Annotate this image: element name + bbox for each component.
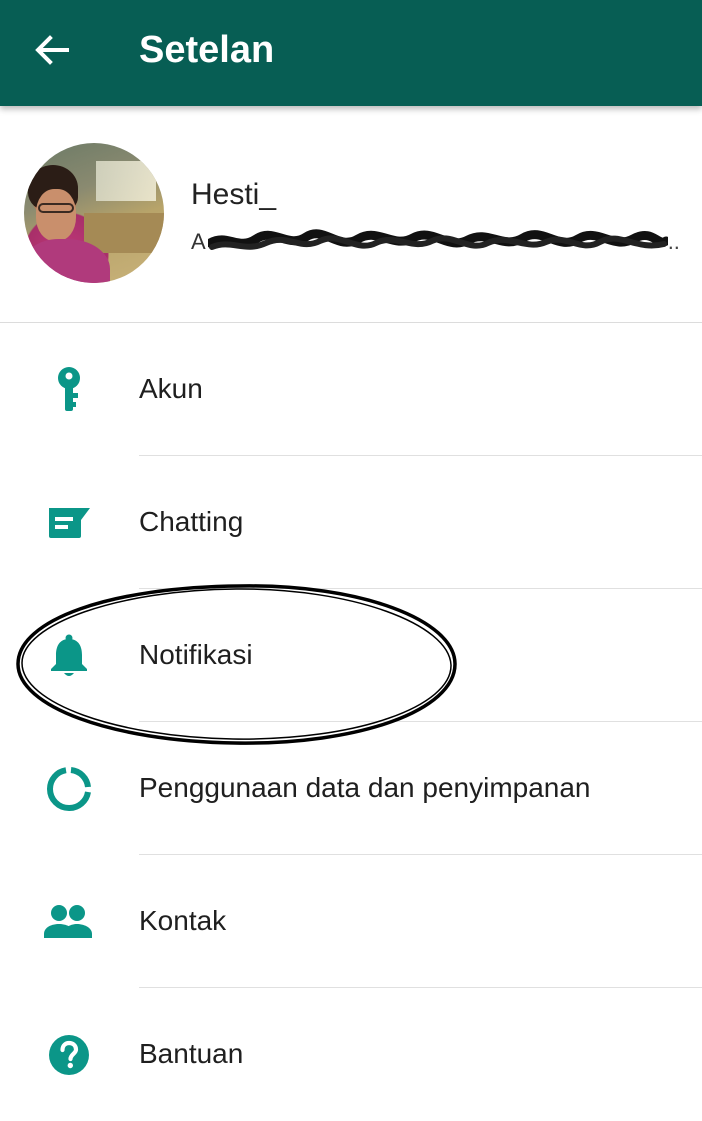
menu-item-bantuan[interactable]: Bantuan xyxy=(0,988,702,1121)
profile-status: A .. xyxy=(191,226,683,257)
key-icon xyxy=(58,367,80,411)
menu-item-notifikasi[interactable]: Notifikasi xyxy=(0,589,702,722)
help-icon xyxy=(49,1035,89,1075)
bell-icon xyxy=(51,634,87,676)
contacts-icon xyxy=(44,905,92,938)
profile-name: Hesti_ xyxy=(191,178,277,211)
profile-status-ellipsis: .. xyxy=(667,229,680,255)
menu-item-akun[interactable]: Akun xyxy=(0,323,702,456)
app-bar: Setelan xyxy=(0,0,702,106)
profile-status-start: A xyxy=(191,229,206,255)
menu-label: Notifikasi xyxy=(139,639,253,670)
back-button[interactable] xyxy=(22,20,82,80)
menu-item-penggunaan-data[interactable]: Penggunaan data dan penyimpanan xyxy=(0,722,702,855)
chat-icon xyxy=(49,508,90,538)
menu-label: Penggunaan data dan penyimpanan xyxy=(139,772,591,803)
avatar[interactable] xyxy=(24,143,164,283)
menu-item-chatting[interactable]: Chatting xyxy=(0,456,702,589)
menu-label: Kontak xyxy=(139,905,227,936)
menu-label: Chatting xyxy=(139,506,244,537)
redaction-scribble xyxy=(207,229,668,251)
arrow-left-icon xyxy=(35,35,69,65)
menu-label: Akun xyxy=(139,373,203,404)
menu-item-kontak[interactable]: Kontak xyxy=(0,855,702,988)
profile-row[interactable]: Hesti_ A .. xyxy=(0,106,702,322)
data-usage-icon xyxy=(47,767,91,811)
menu-label: Bantuan xyxy=(139,1038,244,1069)
page-title: Setelan xyxy=(139,29,275,71)
